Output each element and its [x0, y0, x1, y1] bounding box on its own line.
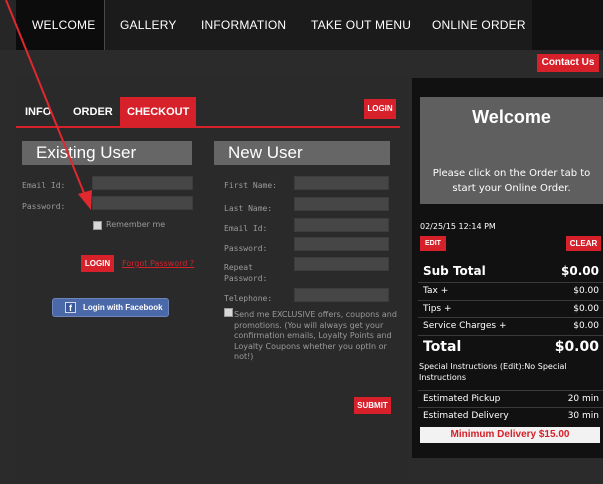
tax-row: Tax + $0.00	[418, 282, 603, 300]
tab-info[interactable]: INFO	[25, 97, 51, 127]
contact-us-button[interactable]: Contact Us	[537, 54, 599, 72]
tab-order[interactable]: ORDER	[73, 97, 113, 127]
header-login-button[interactable]: LOGIN	[364, 99, 396, 119]
first-name-input[interactable]	[294, 176, 389, 190]
total-row: Total $0.00	[418, 335, 603, 360]
pickup-value: 20 min	[567, 394, 599, 404]
last-name-input[interactable]	[294, 197, 389, 211]
remember-me-checkbox[interactable]	[93, 221, 102, 230]
welcome-box: Welcome Please click on the Order tab to…	[420, 97, 603, 204]
facebook-login-button[interactable]: f Login with Facebook	[52, 298, 169, 317]
login-button[interactable]: LOGIN	[81, 255, 114, 272]
tax-value: $0.00	[573, 286, 599, 296]
new-email-label: Email Id:	[224, 224, 268, 233]
delivery-value: 30 min	[567, 411, 599, 421]
submit-button[interactable]: SUBMIT	[354, 397, 391, 414]
nav-gallery[interactable]: GALLERY	[120, 0, 177, 50]
welcome-message: Please click on the Order tab to start y…	[432, 168, 591, 194]
nav-online-order[interactable]: ONLINE ORDER	[432, 0, 526, 50]
checkout-panel	[16, 78, 408, 484]
page: WELCOME GALLERY INFORMATION TAKE OUT MEN…	[0, 0, 603, 484]
nav-take-out-menu[interactable]: TAKE OUT MENU	[311, 0, 411, 50]
tips-row: Tips + $0.00	[418, 300, 603, 318]
top-nav: WELCOME GALLERY INFORMATION TAKE OUT MEN…	[0, 0, 603, 50]
nav-right-block	[532, 0, 603, 50]
tips-value: $0.00	[573, 304, 599, 314]
edit-button[interactable]: EDIT	[420, 236, 446, 251]
welcome-title: Welcome	[472, 107, 551, 127]
repeat-password-input[interactable]	[294, 257, 389, 271]
special-instructions[interactable]: Special Instructions (Edit):No Special I…	[419, 361, 599, 383]
delivery-label: Estimated Delivery	[423, 411, 509, 421]
service-row: Service Charges + $0.00	[418, 317, 603, 335]
checkout-tabs: INFO ORDER CHECKOUT	[16, 97, 400, 127]
service-value: $0.00	[573, 321, 599, 331]
pickup-label: Estimated Pickup	[423, 394, 501, 404]
order-datetime: 02/25/15 12:14 PM	[420, 222, 496, 231]
pickup-row: Estimated Pickup 20 min	[418, 390, 603, 408]
first-name-label: First Name:	[224, 181, 277, 190]
new-email-input[interactable]	[294, 218, 389, 232]
subtotal-row: Sub Total $0.00	[418, 261, 603, 283]
login-email-input[interactable]	[92, 176, 193, 190]
nav-information[interactable]: INFORMATION	[201, 0, 286, 50]
total-label: Total	[423, 339, 462, 355]
forgot-password-link[interactable]: Forgot Password ?	[122, 259, 194, 268]
facebook-login-label: Login with Facebook	[83, 303, 163, 312]
delivery-row: Estimated Delivery 30 min	[418, 407, 603, 425]
telephone-label: Telephone:	[224, 294, 273, 303]
nav-welcome[interactable]: WELCOME	[16, 0, 104, 50]
last-name-label: Last Name:	[224, 204, 273, 213]
email-label: Email Id:	[22, 181, 66, 190]
existing-user-heading: Existing User	[22, 141, 192, 165]
subtotal-value: $0.00	[561, 264, 599, 278]
nav-divider	[104, 0, 105, 50]
minimum-delivery-notice: Minimum Delivery $15.00	[420, 427, 600, 443]
new-password-input[interactable]	[294, 237, 389, 251]
optin-text: Send me EXCLUSIVE offers, coupons and pr…	[234, 310, 397, 361]
service-label: Service Charges +	[423, 321, 507, 331]
telephone-input[interactable]	[294, 288, 389, 302]
repeat-password-label: Repeat	[224, 263, 253, 272]
tips-label: Tips +	[423, 304, 452, 314]
facebook-icon: f	[65, 302, 76, 313]
password-label: Password:	[22, 202, 66, 211]
remember-me-label: Remember me	[106, 220, 166, 229]
optin-checkbox[interactable]	[224, 308, 233, 317]
total-value: $0.00	[554, 339, 599, 355]
nav-edge	[0, 0, 16, 50]
tab-checkout[interactable]: CHECKOUT	[120, 97, 197, 127]
tab-underline	[16, 126, 400, 128]
new-password-label: Password:	[224, 244, 268, 253]
clear-button[interactable]: CLEAR	[566, 236, 601, 251]
subtotal-label: Sub Total	[423, 264, 486, 278]
tax-label: Tax +	[423, 286, 449, 296]
login-password-input[interactable]	[92, 196, 193, 210]
repeat-password-label-2: Password:	[224, 274, 268, 283]
new-user-heading: New User	[214, 141, 390, 165]
